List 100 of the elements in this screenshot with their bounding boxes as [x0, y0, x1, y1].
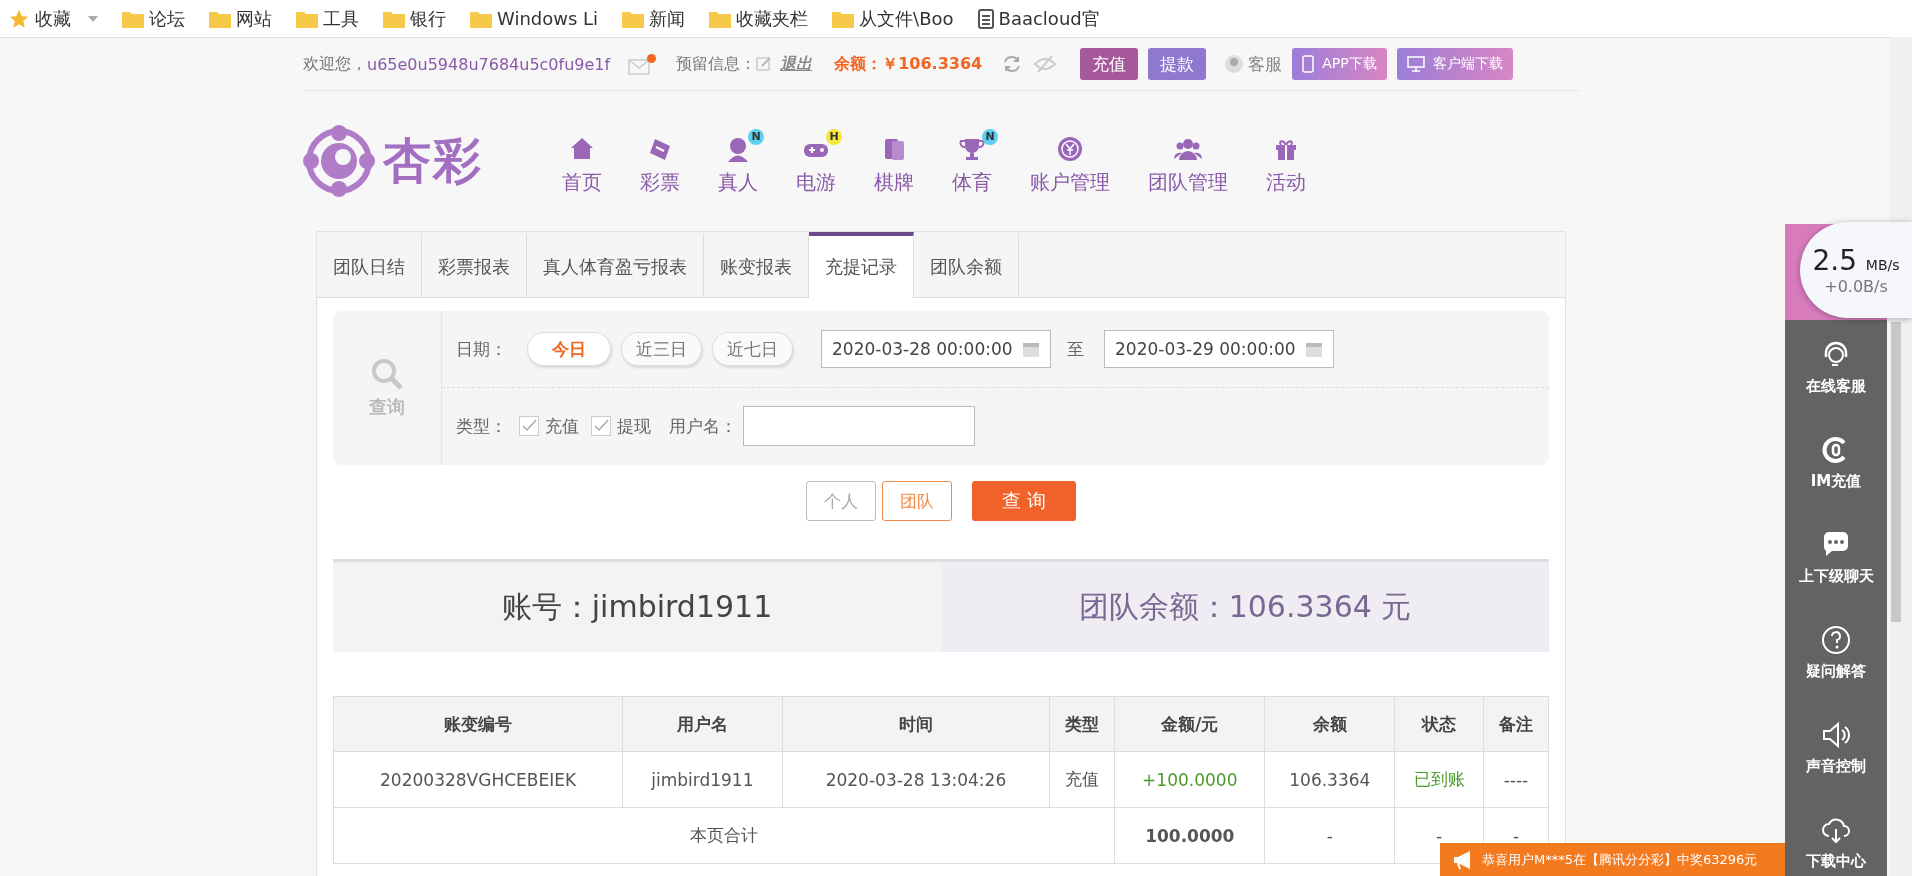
table-cell: 已到账 [1394, 751, 1484, 808]
deposit-button[interactable]: 充值 [1080, 48, 1139, 80]
end-date-field[interactable]: 2020-03-29 00:00:00 [1104, 330, 1334, 368]
speaker-icon [1820, 719, 1852, 751]
column-header: 备注 [1483, 696, 1549, 752]
date-range-button[interactable]: 近三日 [621, 332, 702, 366]
avatar-icon [1224, 54, 1245, 74]
bookmark-link[interactable]: Windows Li [497, 8, 599, 29]
username-label: 用户名： [669, 414, 737, 438]
bookmark-link[interactable]: 论坛 [149, 6, 185, 31]
folder-icon [122, 9, 144, 28]
account-text: 账号：jimbird1911 [333, 562, 941, 652]
monitor-icon [1406, 56, 1425, 72]
folder-icon [709, 9, 732, 28]
folder-icon [470, 9, 492, 28]
nav-item[interactable]: N 真人 [699, 126, 777, 196]
folder-icon [383, 9, 405, 28]
hidden-eye-icon[interactable] [1034, 55, 1057, 73]
side-menu-item[interactable]: 上下级聊天 [1785, 510, 1887, 605]
table-cell: jimbird1911 [622, 751, 783, 808]
nav-item[interactable]: 账户管理 [1011, 126, 1129, 196]
bookmark-link[interactable]: 工具 [323, 6, 359, 31]
folder-icon [296, 9, 318, 28]
bookmark-link[interactable]: 网站 [236, 6, 272, 31]
edit-icon[interactable] [756, 56, 773, 72]
report-tab[interactable]: 充提记录 [809, 232, 914, 298]
scrollbar-thumb[interactable] [1891, 322, 1901, 622]
refresh-icon[interactable] [1002, 54, 1023, 74]
table-cell: 充值 [1049, 751, 1115, 808]
dropdown-caret-icon[interactable] [88, 15, 98, 22]
side-menu-item[interactable]: 疑问解答 [1785, 605, 1887, 700]
checkbox[interactable] [591, 416, 611, 436]
coin-icon [1056, 134, 1084, 163]
bookmark-link[interactable]: 新闻 [649, 6, 686, 31]
table-cell: 106.3364 [1264, 751, 1395, 808]
column-header: 状态 [1394, 696, 1484, 752]
calendar-icon[interactable] [1022, 340, 1040, 358]
logout-link[interactable]: 退出 [780, 53, 813, 75]
team-balance-text: 团队余额：106.3364 元 [941, 562, 1549, 652]
nav-item[interactable]: H 电游 [777, 126, 855, 196]
page-icon [977, 8, 994, 29]
phone-icon [1302, 55, 1315, 73]
upload-speed: +0.0B/s [1824, 277, 1888, 296]
checkbox-label: 充值 [545, 414, 579, 438]
search-label: 查询 [369, 395, 405, 419]
badge: N [982, 128, 998, 145]
withdraw-button[interactable]: 提款 [1148, 48, 1207, 80]
username-text: u65e0u5948u7684u5c0fu9e1f [367, 54, 611, 74]
checkbox[interactable] [519, 416, 539, 436]
column-header: 时间 [782, 696, 1050, 752]
nav-item[interactable]: 首页 [543, 126, 621, 196]
type-label: 类型： [456, 414, 507, 438]
column-header: 用户名 [622, 696, 783, 752]
column-header: 余额 [1264, 696, 1395, 752]
table-cell: 100.0000 [1114, 807, 1265, 864]
help-icon [1820, 624, 1852, 656]
mail-icon[interactable] [628, 53, 657, 75]
start-date-field[interactable]: 2020-03-28 00:00:00 [821, 330, 1051, 368]
speed-widget[interactable]: 2.5 MB/s +0.0B/s [1800, 222, 1912, 318]
to-label: 至 [1067, 337, 1084, 361]
balance-text: 余额：￥106.3364 [834, 53, 983, 75]
nav-item[interactable]: 棋牌 [855, 126, 933, 196]
bookmark-link[interactable]: 收藏 [35, 6, 71, 31]
side-menu-item[interactable]: 下载中心 [1785, 795, 1887, 876]
table-cell: 本页合计 [333, 807, 1115, 864]
table-cell: +100.0000 [1114, 751, 1265, 808]
table-cell: 2020-03-28 13:04:26 [782, 751, 1050, 808]
date-range-button[interactable]: 近七日 [712, 332, 793, 366]
badge: H [826, 128, 842, 145]
side-menu-item[interactable]: IM充值 [1785, 415, 1887, 510]
badge: N [748, 128, 764, 145]
query-button[interactable]: 查 询 [972, 481, 1076, 521]
folder-icon [209, 9, 231, 28]
nav-item[interactable]: N 体育 [933, 126, 1011, 196]
search-icon [370, 357, 404, 391]
nav-item[interactable]: 彩票 [621, 126, 699, 196]
column-header: 类型 [1049, 696, 1115, 752]
username-field[interactable] [743, 406, 975, 446]
nav-item[interactable]: 团队管理 [1129, 126, 1247, 196]
bookmark-link[interactable]: 收藏夹栏 [736, 6, 809, 31]
checkbox-label: 提现 [617, 414, 651, 438]
column-header: 账变编号 [333, 696, 623, 752]
bookmark-link[interactable]: Baacloud官 [998, 6, 1100, 31]
flower-logo-icon [303, 125, 375, 197]
table-cell: ---- [1483, 751, 1549, 808]
folder-icon [622, 9, 645, 28]
date-label: 日期： [456, 337, 507, 361]
bookmark-link[interactable]: 银行 [410, 6, 446, 31]
nav-item[interactable]: 活动 [1247, 126, 1325, 196]
table-cell: 20200328VGHCEBEIEK [333, 751, 623, 808]
side-menu-item[interactable]: 在线客服 [1785, 320, 1887, 415]
side-menu-item[interactable]: 声音控制 [1785, 700, 1887, 795]
calendar-icon[interactable] [1305, 340, 1323, 358]
reserved-info-label: 预留信息： [676, 53, 757, 75]
download-speed: 2.5 MB/s [1812, 244, 1900, 277]
date-range-button[interactable]: 今日 [527, 332, 611, 366]
service-link[interactable]: 客服 [1248, 52, 1283, 76]
bookmark-link[interactable]: 从文件\Boo [859, 6, 954, 31]
folder-icon [832, 9, 855, 28]
column-header: 金额/元 [1114, 696, 1265, 752]
